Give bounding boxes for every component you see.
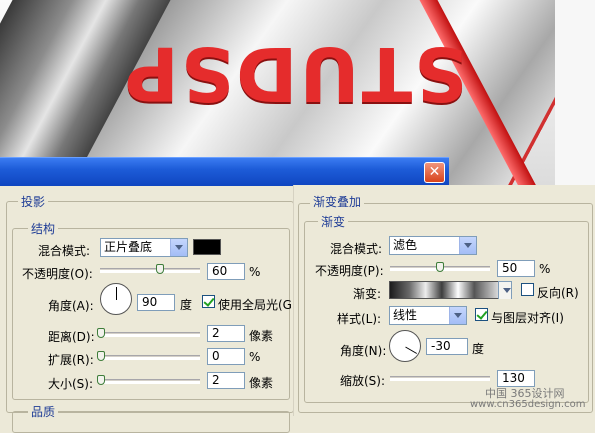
gradient-title: 渐变 (318, 213, 349, 230)
go-angle-unit: 度 (472, 342, 485, 356)
go-angle-input[interactable]: -30 (426, 338, 468, 355)
go-opacity-label: 不透明度(P): (315, 264, 384, 278)
close-icon: ✕ (428, 164, 441, 180)
ds-angle-hand (116, 287, 117, 300)
quality-title: 品质 (28, 403, 59, 420)
close-button[interactable]: ✕ (424, 162, 445, 183)
reverse-checkbox[interactable] (521, 283, 534, 296)
ds-blend-mode-label: 混合模式: (38, 244, 91, 258)
ds-distance-slider-thumb[interactable] (97, 328, 105, 338)
shadow-color-swatch[interactable] (193, 239, 221, 255)
go-gradient-label: 渐变: (353, 287, 382, 301)
ds-spread-label: 扩展(R): (48, 353, 94, 367)
gradient-overlay-title: 渐变叠加 (310, 193, 365, 210)
go-style-value: 线性 (393, 308, 418, 322)
ds-opacity-slider-thumb[interactable] (156, 264, 164, 274)
chevron-down-icon (459, 237, 476, 254)
chevron-down-icon (449, 307, 466, 324)
structure-title: 结构 (28, 220, 59, 237)
ds-size-slider-thumb[interactable] (97, 375, 105, 385)
go-angle-label: 角度(N): (340, 344, 387, 358)
go-blend-mode-select[interactable]: 滤色 (389, 236, 477, 255)
chevron-down-icon (170, 239, 187, 256)
ds-size-slider-track[interactable] (100, 379, 200, 384)
ds-spread-slider-track[interactable] (100, 355, 200, 360)
go-scale-slider-track[interactable] (390, 376, 490, 381)
ds-angle-unit: 度 (180, 298, 193, 312)
drop-shadow-title: 投影 (18, 193, 49, 210)
go-angle-dial[interactable] (389, 330, 421, 362)
go-blend-mode-label: 混合模式: (330, 242, 383, 256)
global-light-label: 使用全局光(G (218, 298, 292, 312)
canvas-right-margin (555, 0, 595, 185)
ds-spread-slider-thumb[interactable] (97, 351, 105, 361)
ds-size-unit: 像素 (249, 376, 274, 390)
ds-angle-input[interactable]: 90 (137, 294, 175, 311)
go-blend-mode-value: 滤色 (393, 238, 418, 252)
ds-opacity-unit: % (249, 265, 261, 279)
ds-distance-unit: 像素 (249, 329, 274, 343)
go-opacity-input[interactable]: 50 (497, 260, 535, 277)
ds-size-label: 大小(S): (48, 377, 94, 391)
gradient-picker-dropdown[interactable] (498, 281, 512, 299)
ds-spread-input[interactable]: 0 (207, 348, 245, 365)
ds-blend-mode-select[interactable]: 正片叠底 (100, 238, 188, 257)
ds-opacity-label: 不透明度(O): (22, 267, 93, 281)
ds-spread-unit: % (249, 350, 261, 364)
go-style-select[interactable]: 线性 (389, 306, 467, 325)
ds-distance-slider-track[interactable] (100, 332, 200, 337)
ds-distance-label: 距离(D): (48, 330, 95, 344)
go-angle-hand (405, 346, 418, 354)
align-with-layer-label: 与图层对齐(I) (491, 311, 564, 325)
ds-size-input[interactable]: 2 (207, 372, 245, 389)
ds-distance-input[interactable]: 2 (207, 325, 245, 342)
go-scale-label: 缩放(S): (340, 374, 386, 388)
reverse-label: 反向(R) (537, 286, 579, 300)
ds-opacity-input[interactable]: 60 (207, 263, 245, 280)
chevron-down-icon (499, 282, 511, 299)
logo-text: STUDSP (122, 30, 468, 116)
ds-blend-mode-value: 正片叠底 (104, 240, 153, 254)
ds-opacity-slider-track[interactable] (100, 268, 200, 273)
global-light-checkbox[interactable] (202, 295, 215, 308)
go-style-label: 样式(L): (337, 312, 382, 326)
ds-angle-label: 角度(A): (48, 299, 94, 313)
gradient-preview[interactable] (389, 281, 499, 299)
align-with-layer-checkbox[interactable] (475, 308, 488, 321)
go-opacity-slider-thumb[interactable] (436, 262, 444, 272)
ds-angle-dial[interactable] (100, 283, 132, 315)
watermark-line2: www.cn365design.com (470, 399, 586, 410)
dialog-titlebar[interactable] (0, 157, 449, 186)
go-opacity-unit: % (539, 262, 551, 276)
